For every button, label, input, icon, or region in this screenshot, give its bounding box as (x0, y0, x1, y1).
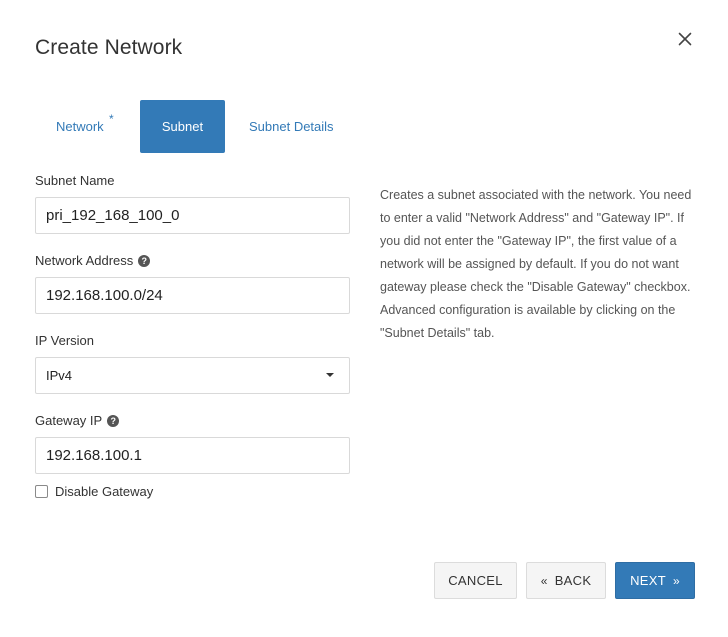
tab-subnet[interactable]: Subnet (140, 100, 225, 153)
next-button-label: NEXT (630, 573, 666, 588)
disable-gateway-row[interactable]: Disable Gateway (35, 484, 153, 499)
modal-title: Create Network (35, 36, 183, 59)
ip-version-select[interactable]: IPv4 (35, 357, 350, 394)
subnet-name-label-text: Subnet Name (35, 173, 115, 188)
gateway-ip-label: Gateway IP ? (35, 413, 120, 428)
tab-subnet-details[interactable]: Subnet Details (225, 100, 334, 153)
subnet-help-text: Creates a subnet associated with the net… (380, 188, 692, 340)
caret-down-icon (326, 373, 334, 377)
back-button[interactable]: « BACK (526, 562, 606, 599)
back-button-label: BACK (554, 573, 592, 588)
question-icon[interactable]: ? (107, 414, 120, 427)
wizard-tabs: Network * Subnet Subnet Details (35, 100, 334, 153)
required-marker: * (109, 112, 114, 126)
tab-subnet-details-label: Subnet Details (249, 119, 334, 134)
double-left-arrow-icon: « (540, 573, 548, 588)
tab-subnet-label: Subnet (161, 119, 204, 134)
network-address-input[interactable] (35, 277, 350, 314)
tab-network-label: Network (56, 119, 104, 134)
tab-network[interactable]: Network * (35, 100, 140, 153)
question-icon[interactable]: ? (138, 254, 151, 267)
cancel-button[interactable]: CANCEL (434, 562, 517, 599)
subnet-name-input[interactable] (35, 197, 350, 234)
create-network-modal: Create Network Network * Subnet Subnet D… (0, 0, 728, 637)
next-button[interactable]: NEXT » (615, 562, 695, 599)
gateway-ip-input[interactable] (35, 437, 350, 474)
cancel-button-label: CANCEL (448, 573, 503, 588)
ip-version-selected: IPv4 (46, 368, 73, 383)
subnet-name-label: Subnet Name (35, 173, 115, 188)
disable-gateway-label: Disable Gateway (55, 484, 154, 499)
ip-version-label: IP Version (35, 333, 94, 348)
gateway-ip-label-text: Gateway IP (35, 413, 103, 428)
disable-gateway-checkbox[interactable] (35, 485, 48, 498)
double-right-arrow-icon: » (672, 573, 680, 588)
close-icon[interactable] (674, 28, 696, 50)
ip-version-label-text: IP Version (35, 333, 95, 348)
network-address-label-text: Network Address (35, 253, 134, 268)
network-address-label: Network Address ? (35, 253, 151, 268)
